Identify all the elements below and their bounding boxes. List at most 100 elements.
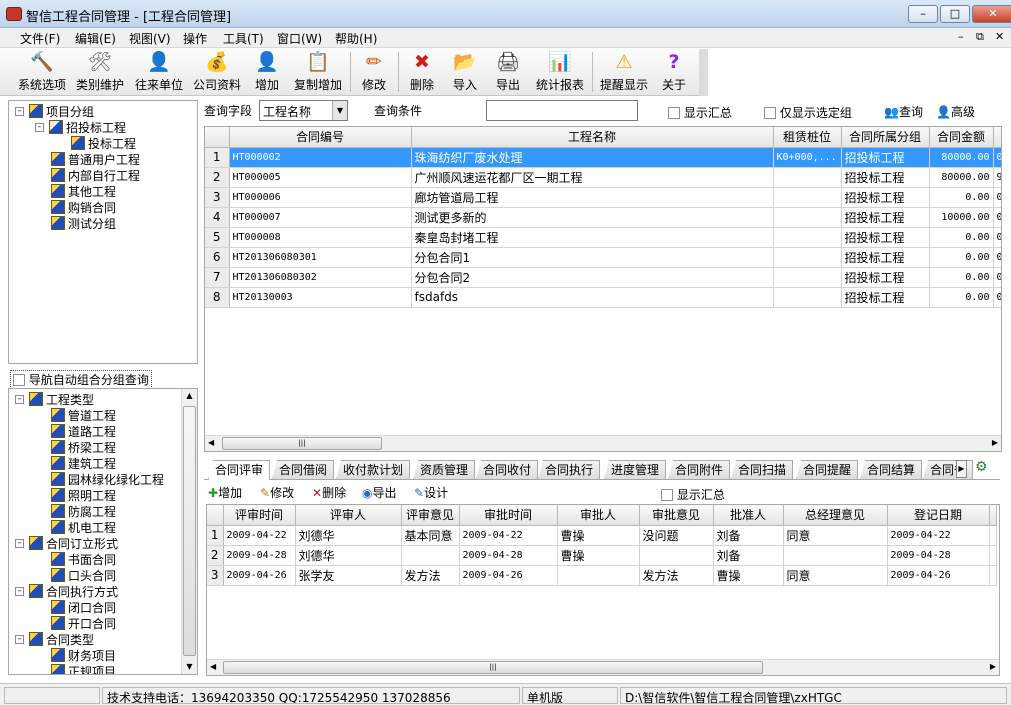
table-cell[interactable]: 招投标工程	[841, 267, 930, 288]
table-cell[interactable]	[773, 167, 842, 188]
query-condition-input[interactable]	[486, 100, 638, 121]
menu-edit[interactable]: 编辑(E)	[75, 30, 116, 47]
collapse-toggle[interactable]: -	[15, 539, 24, 548]
review-design-button[interactable]: ✎设计	[414, 484, 448, 501]
column-header[interactable]: 评审时间	[223, 505, 296, 526]
table-row[interactable]: 8 HT20130003 fsdafds 招投标工程 0.00 0	[205, 287, 1001, 308]
tab-7[interactable]: 合同附件	[668, 460, 731, 480]
table-cell[interactable]: 廊坊管道局工程	[411, 187, 774, 208]
table-cell[interactable]	[773, 247, 842, 268]
menu-help[interactable]: 帮助(H)	[335, 30, 377, 47]
table-cell[interactable]	[773, 227, 842, 248]
tab-9[interactable]: 合同提醒	[796, 460, 859, 480]
tree-node-category[interactable]: 书面合同	[51, 552, 116, 568]
tree-node-user-project[interactable]: 普通用户工程	[51, 152, 140, 168]
table-cell[interactable]: 2009-04-28	[887, 545, 990, 566]
scroll-left-arrow-icon[interactable]: ◀	[210, 662, 216, 671]
table-cell[interactable]	[783, 545, 888, 566]
maximize-button[interactable]: □	[940, 5, 970, 23]
table-row[interactable]: 2 HT000005 广州顺风速运花都厂区一期工程 招投标工程 80000.00 9	[205, 167, 1001, 188]
mdi-minimize-button[interactable]: –	[958, 30, 964, 43]
table-cell[interactable]: 刘备	[713, 525, 784, 546]
table-cell[interactable]: 0	[993, 267, 1001, 288]
table-cell[interactable]: 珠海纺织厂废水处理	[411, 147, 774, 168]
menu-window[interactable]: 窗口(W)	[277, 30, 322, 47]
table-cell[interactable]: 0.00	[929, 187, 994, 208]
column-header[interactable]: 审批人	[557, 505, 640, 526]
add-button[interactable]: 👤 增加	[250, 50, 284, 93]
tab-1[interactable]: 合同借阅	[272, 460, 335, 480]
table-cell[interactable]: 曹操	[713, 565, 784, 586]
table-cell[interactable]: K0+000,...	[773, 147, 842, 168]
tree-node-category[interactable]: 合同类型	[29, 632, 94, 648]
table-cell[interactable]: 广州顺风速运花都厂区一期工程	[411, 167, 774, 188]
table-cell[interactable]: 刘德华	[295, 525, 402, 546]
scroll-down-arrow-icon[interactable]: ▼	[182, 660, 197, 674]
table-row[interactable]: 6 HT201306080301 分包合同1 招投标工程 0.00 0	[205, 247, 1001, 268]
table-cell[interactable]: 分包合同2	[411, 267, 774, 288]
table-row[interactable]: 2 2009-04-28 刘德华 2009-04-28 曹操 刘备 2009-04-28	[207, 545, 997, 566]
minimize-button[interactable]: –	[908, 5, 938, 23]
partner-units-button[interactable]: 👤 往来单位	[132, 50, 186, 93]
table-cell[interactable]: 10000.00	[929, 207, 994, 228]
import-button[interactable]: 📂 导入	[448, 50, 482, 93]
tree-node-category[interactable]: 合同执行方式	[29, 584, 118, 600]
scroll-right-arrow-icon[interactable]: ▶	[992, 438, 998, 447]
column-header[interactable]: 合同编号	[229, 127, 412, 148]
table-row[interactable]: 1 HT000002 珠海纺织厂废水处理 K0+000,... 招投标工程 80000.0…	[205, 147, 1001, 168]
nav-auto-group-checkbox[interactable]: 导航自动组合分组查询	[10, 370, 152, 389]
horizontal-scrollbar[interactable]: ◀ ||| ▶	[207, 659, 999, 675]
table-cell[interactable]: 招投标工程	[841, 287, 930, 308]
review-export-button[interactable]: ◉导出	[362, 484, 397, 501]
copy-add-button[interactable]: 📋 复制增加	[290, 50, 346, 93]
review-delete-button[interactable]: ✕删除	[312, 484, 346, 501]
table-cell[interactable]: 0.00	[929, 247, 994, 268]
table-cell[interactable]: 2009-04-22	[223, 525, 296, 546]
table-cell[interactable]: 80000.00	[929, 147, 994, 168]
column-header[interactable]: 批准人	[713, 505, 784, 526]
table-cell[interactable]: 发方法	[401, 565, 460, 586]
advanced-button[interactable]: 👤高级	[936, 103, 975, 120]
review-show-summary-checkbox[interactable]: 显示汇总	[661, 486, 725, 503]
tree-node-project-group[interactable]: 项目分组	[29, 104, 94, 120]
table-row[interactable]: 4 HT000007 测试更多新的 招投标工程 10000.00 0	[205, 207, 1001, 228]
chevron-down-icon[interactable]: ▼	[332, 101, 347, 120]
table-cell[interactable]: HT201306080301	[229, 247, 412, 268]
column-header[interactable]: 评审意见	[401, 505, 460, 526]
column-header[interactable]: 租赁桩位	[773, 127, 842, 148]
table-cell[interactable]: 测试更多新的	[411, 207, 774, 228]
table-cell[interactable]: 80000.00	[929, 167, 994, 188]
tree-node-category[interactable]: 园林绿化绿化工程	[51, 472, 164, 488]
scroll-left-arrow-icon[interactable]: ◀	[208, 438, 214, 447]
table-cell[interactable]: 曹操	[557, 545, 640, 566]
table-cell[interactable]: 2009-04-22	[459, 525, 558, 546]
tree-node-category[interactable]: 闭口合同	[51, 600, 116, 616]
scroll-right-arrow-icon[interactable]: ▶	[990, 662, 996, 671]
show-summary-checkbox[interactable]: 显示汇总	[668, 104, 732, 121]
column-header[interactable]: 审批时间	[459, 505, 558, 526]
table-cell[interactable]: 基本同意	[401, 525, 460, 546]
column-header[interactable]: 总经理意见	[783, 505, 888, 526]
tab-4[interactable]: 合同收付	[476, 460, 539, 480]
tree-node-tender[interactable]: 投标工程	[71, 136, 136, 152]
table-cell[interactable]: 2009-04-26	[459, 565, 558, 586]
table-cell[interactable]: HT000006	[229, 187, 412, 208]
tree-node-purchase-contract[interactable]: 购销合同	[51, 200, 116, 216]
scroll-thumb[interactable]: |||	[222, 437, 382, 450]
table-row[interactable]: 1 2009-04-22 刘德华 基本同意 2009-04-22 曹操 没问题 刘备 同意 200…	[207, 525, 997, 546]
table-cell[interactable]: 0.00	[929, 267, 994, 288]
search-button[interactable]: 👥查询	[884, 103, 923, 120]
tab-10[interactable]: 合同结算	[860, 460, 923, 480]
table-cell[interactable]	[639, 545, 714, 566]
table-cell[interactable]: 招投标工程	[841, 207, 930, 228]
table-cell[interactable]: 0	[993, 247, 1001, 268]
tree-node-category[interactable]: 建筑工程	[51, 456, 116, 472]
table-cell[interactable]: 没问题	[639, 525, 714, 546]
tree-node-category[interactable]: 财务项目	[51, 648, 116, 664]
table-cell[interactable]	[401, 545, 460, 566]
company-info-button[interactable]: 💰 公司资料	[190, 50, 244, 93]
close-button[interactable]: ✕	[972, 5, 1011, 23]
scroll-up-arrow-icon[interactable]: ▲	[182, 389, 197, 403]
table-cell[interactable]	[773, 187, 842, 208]
system-options-button[interactable]: 🔨 系统选项	[16, 50, 68, 93]
